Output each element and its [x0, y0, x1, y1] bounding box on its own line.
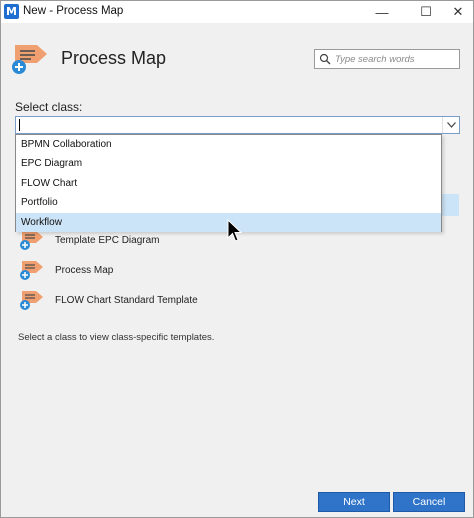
- hint-text: Select a class to view class-specific te…: [18, 332, 215, 343]
- app-icon: M: [4, 4, 19, 19]
- minimize-button[interactable]: —: [363, 1, 401, 23]
- template-label: Process Map: [55, 264, 114, 276]
- process-map-icon: [20, 291, 43, 310]
- cancel-button[interactable]: Cancel: [393, 492, 465, 512]
- maximize-icon: ☐: [420, 4, 432, 19]
- minimize-icon: —: [375, 4, 389, 20]
- page-title: Process Map: [61, 48, 167, 68]
- window-title: New - Process Map: [23, 5, 124, 17]
- select-class-label: Select class:: [15, 100, 83, 114]
- template-label: Template EPC Diagram: [55, 234, 160, 246]
- close-icon: ✕: [452, 4, 464, 19]
- template-item-flow-chart-standard[interactable]: FLOW Chart Standard Template: [15, 289, 459, 311]
- text-caret: [19, 119, 20, 131]
- chevron-down-icon: [446, 122, 456, 128]
- class-combobox[interactable]: [15, 116, 460, 134]
- next-button[interactable]: Next: [318, 492, 390, 512]
- dropdown-option-flow-chart[interactable]: FLOW Chart: [16, 174, 441, 193]
- close-button[interactable]: ✕: [439, 1, 474, 23]
- search-input[interactable]: [335, 53, 455, 65]
- template-label: FLOW Chart Standard Template: [55, 294, 198, 306]
- mouse-cursor-icon: [227, 219, 243, 242]
- dialog-window: M New - Process Map — ☐ ✕ Process Map Se…: [0, 0, 474, 518]
- search-icon: [319, 53, 331, 65]
- process-map-icon: [12, 45, 47, 74]
- title-bar: M New - Process Map — ☐ ✕: [1, 1, 473, 23]
- class-dropdown-list: BPMN Collaboration EPC Diagram FLOW Char…: [15, 134, 442, 232]
- process-map-icon: [20, 261, 43, 280]
- dropdown-option-bpmn-collaboration[interactable]: BPMN Collaboration: [16, 135, 441, 154]
- dropdown-toggle[interactable]: [442, 117, 459, 133]
- dropdown-option-portfolio[interactable]: Portfolio: [16, 193, 441, 212]
- template-item-process-map[interactable]: Process Map: [15, 259, 459, 281]
- process-map-icon: [20, 231, 43, 250]
- dropdown-option-epc-diagram[interactable]: EPC Diagram: [16, 154, 441, 173]
- search-box[interactable]: [314, 49, 460, 69]
